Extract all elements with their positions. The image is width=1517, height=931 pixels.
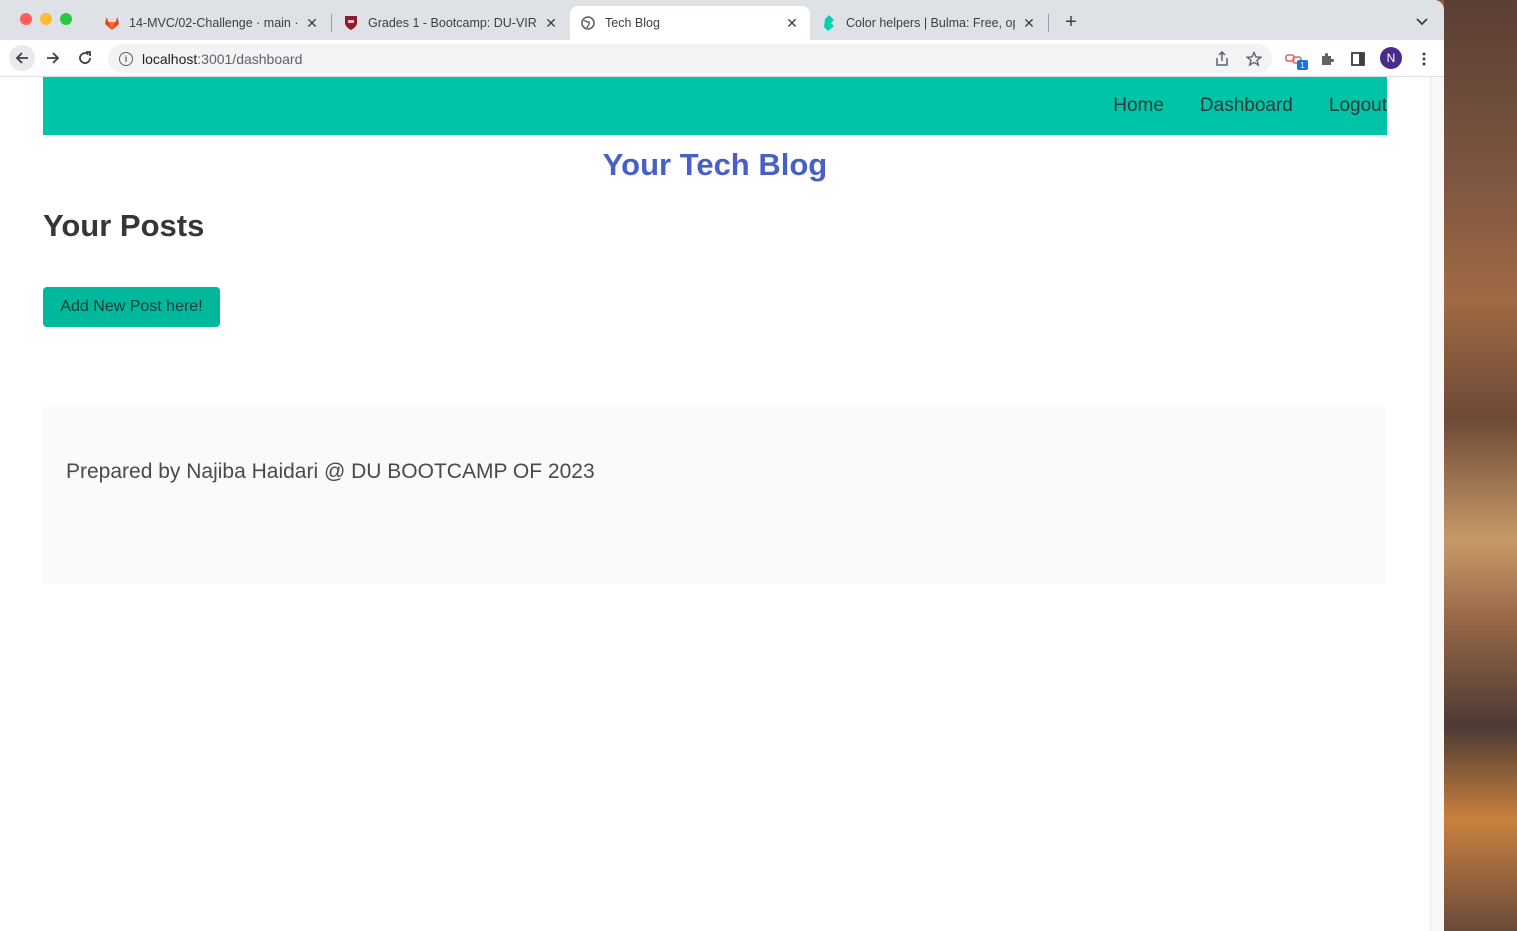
tab-bulma[interactable]: Color helpers | Bulma: Free, op ✕	[811, 6, 1047, 40]
nav-dashboard-link[interactable]: Dashboard	[1182, 77, 1311, 135]
share-icon[interactable]	[1214, 51, 1230, 67]
forward-button[interactable]	[42, 47, 64, 69]
site-info-icon[interactable]: i	[119, 51, 133, 66]
page-footer: Prepared by Najiba Haidari @ DU BOOTCAMP…	[43, 407, 1386, 584]
close-tab-icon[interactable]: ✕	[304, 15, 320, 31]
side-panel-icon[interactable]	[1348, 49, 1368, 69]
reload-button[interactable]	[74, 47, 96, 69]
globe-icon	[580, 15, 596, 31]
new-tab-button[interactable]: +	[1060, 11, 1082, 33]
tab-title: Tech Blog	[605, 16, 660, 30]
url-text: localhost:3001/dashboard	[142, 50, 303, 67]
menu-kebab-icon[interactable]	[1414, 49, 1434, 69]
your-posts-heading: Your Posts	[43, 208, 205, 243]
tab-title: 14-MVC/02-Challenge · main ·	[129, 16, 298, 30]
footer-credit-text: Prepared by Najiba Haidari @ DU BOOTCAMP…	[66, 460, 595, 483]
minimize-window-button[interactable]	[40, 13, 52, 25]
site-navbar: Home Dashboard Logout	[43, 77, 1387, 135]
extension-badge: 1	[1297, 60, 1308, 70]
nav-home-link[interactable]: Home	[1095, 77, 1182, 135]
close-window-button[interactable]	[20, 13, 32, 25]
tab-title: Color helpers | Bulma: Free, op	[846, 16, 1015, 30]
add-new-post-button[interactable]: Add New Post here!	[43, 287, 220, 327]
tab-title: Grades 1 - Bootcamp: DU-VIRT	[368, 16, 537, 30]
tab-separator	[331, 14, 332, 32]
browser-toolbar: i localhost:3001/dashboard 1 N	[0, 40, 1444, 77]
tab-tech-blog[interactable]: Tech Blog ✕	[570, 6, 810, 40]
profile-avatar[interactable]: N	[1380, 47, 1402, 69]
tab-search-icon[interactable]	[1413, 13, 1431, 31]
shield-icon	[343, 15, 359, 31]
tab-gitlab[interactable]: 14-MVC/02-Challenge · main · ✕	[94, 6, 330, 40]
page-viewport: Home Dashboard Logout Your Tech Blog You…	[0, 77, 1430, 931]
site-title: Your Tech Blog	[602, 147, 828, 182]
nav-logout-link[interactable]: Logout	[1311, 77, 1387, 135]
bookmark-star-icon[interactable]	[1246, 51, 1262, 67]
tab-separator	[1048, 14, 1049, 32]
tab-strip: 14-MVC/02-Challenge · main · ✕ Grades 1 …	[0, 0, 1444, 40]
maximize-window-button[interactable]	[60, 13, 72, 25]
desktop-wallpaper	[1444, 0, 1517, 931]
browser-window: 14-MVC/02-Challenge · main · ✕ Grades 1 …	[0, 0, 1444, 931]
close-tab-icon[interactable]: ✕	[784, 15, 800, 31]
close-tab-icon[interactable]: ✕	[1021, 15, 1037, 31]
back-button[interactable]	[9, 45, 35, 71]
page-scrollbar[interactable]	[1430, 77, 1444, 931]
puzzle-icon[interactable]	[1317, 49, 1337, 69]
tab-grades[interactable]: Grades 1 - Bootcamp: DU-VIRT ✕	[333, 6, 569, 40]
close-tab-icon[interactable]: ✕	[543, 15, 559, 31]
gitlab-icon	[104, 15, 120, 31]
address-bar[interactable]: i localhost:3001/dashboard	[108, 44, 1272, 73]
bulma-icon	[821, 15, 837, 31]
